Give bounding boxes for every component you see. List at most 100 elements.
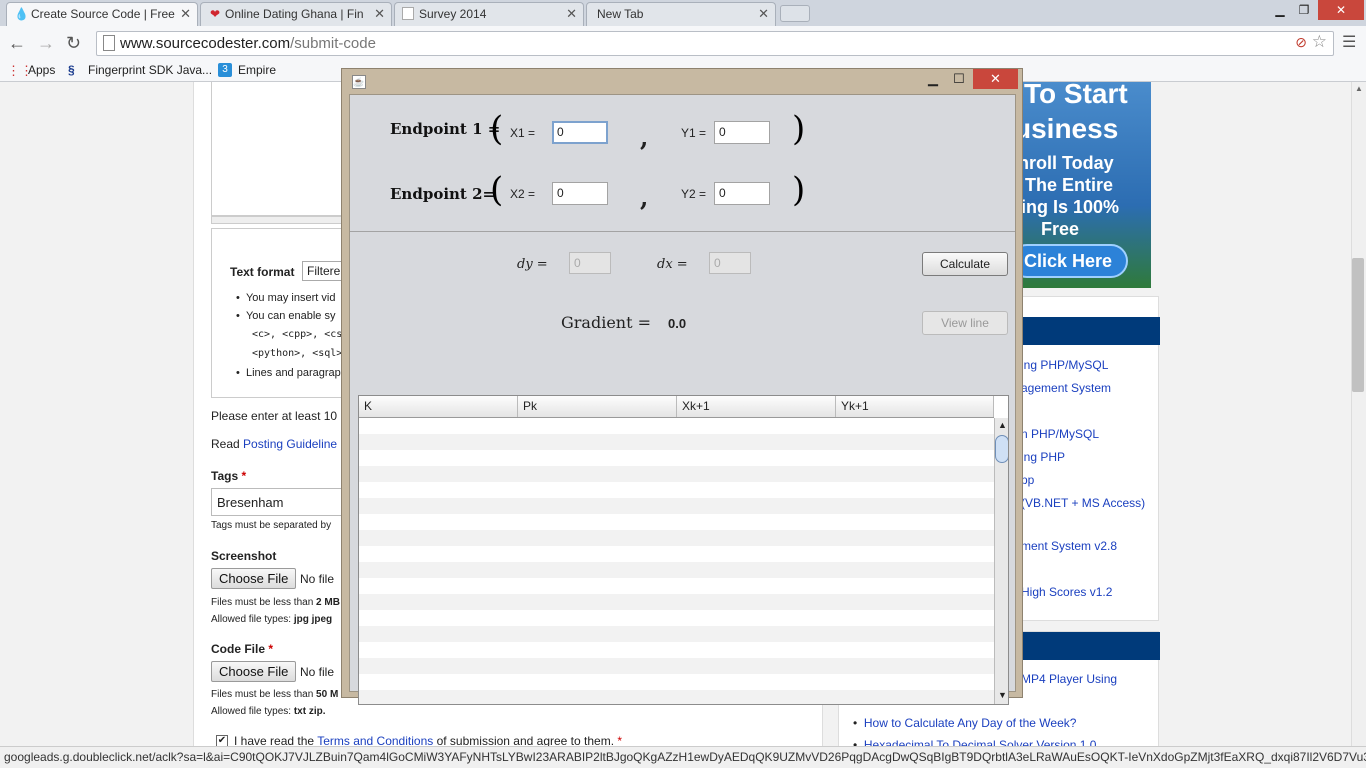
status-bar: googleads.g.doubleclick.net/aclk?sa=l&ai… <box>0 746 1366 768</box>
dialog-maximize-icon[interactable]: ☐ <box>948 69 970 89</box>
page-scrollbar-thumb[interactable] <box>1352 258 1364 392</box>
x1-input[interactable]: 0 <box>552 121 608 144</box>
view-line-button[interactable]: View line <box>922 311 1008 335</box>
open-paren: ( <box>490 170 504 210</box>
bresenham-dialog: ☕ ▁ ☐ ✕ Endpoint 1 = ( X1 = 0 , Y1 = 0 )… <box>341 68 1023 705</box>
tab-survey[interactable]: Survey 2014 ✕ <box>394 2 584 26</box>
divider <box>350 231 1015 232</box>
dialog-minimize-icon[interactable]: ▁ <box>922 69 944 89</box>
column-pk[interactable]: Pk <box>518 396 677 417</box>
x1-label: X1 = <box>510 126 536 140</box>
code-types-note: Allowed file types: txt zip. <box>211 706 326 717</box>
comma: , <box>640 183 649 212</box>
code-file-label: Code File * <box>211 642 274 656</box>
close-tab-icon[interactable]: ✕ <box>566 3 577 25</box>
dy-field: 0 <box>569 252 611 274</box>
x2-input[interactable]: 0 <box>552 182 608 205</box>
table-scrollbar[interactable]: ▲ ▼ <box>994 418 1008 704</box>
close-tab-icon[interactable]: ✕ <box>180 3 191 25</box>
screenshot-no-file: No file <box>300 572 335 586</box>
tab-new-tab[interactable]: New Tab ✕ <box>586 2 776 26</box>
terms-text: I have read the Terms and Conditions of … <box>234 734 623 746</box>
screenshot-label: Screenshot <box>211 549 277 563</box>
code-tags-2: <python>, <sql> <box>252 348 343 359</box>
back-icon[interactable]: ← <box>8 33 26 53</box>
terms-link[interactable]: Terms and Conditions <box>317 734 433 746</box>
url-path: /submit-code <box>290 35 376 52</box>
column-k[interactable]: K <box>359 396 518 417</box>
close-tab-icon[interactable]: ✕ <box>374 3 385 25</box>
bookmark-fingerprint[interactable]: Fingerprint SDK Java... <box>88 62 212 79</box>
choose-screenshot-button[interactable]: Choose File <box>211 568 297 589</box>
fingerprint-icon: § <box>68 63 75 77</box>
min-length-note: Please enter at least 10 <box>211 409 338 423</box>
page-scrollbar[interactable]: ▲ <box>1351 82 1366 746</box>
open-paren: ( <box>490 109 504 149</box>
tags-label: Tags * <box>211 469 247 483</box>
y2-label: Y2 = <box>681 187 707 201</box>
status-url: googleads.g.doubleclick.net/aclk?sa=l&ai… <box>4 750 1366 764</box>
empire-icon: 3 <box>218 63 232 77</box>
dialog-close-icon[interactable]: ✕ <box>973 69 1018 89</box>
reload-icon[interactable]: ↻ <box>66 33 81 53</box>
y1-input[interactable]: 0 <box>714 121 770 144</box>
tab-create-source-code[interactable]: 💧 Create Source Code | Free ✕ <box>6 2 198 26</box>
y2-input[interactable]: 0 <box>714 182 770 205</box>
sidebar-link[interactable]: n PHP/MySQL <box>1021 427 1099 441</box>
sidebar-link[interactable]: ing PHP <box>1021 450 1065 464</box>
sidebar-link[interactable]: pp <box>1021 473 1034 487</box>
forward-icon[interactable]: → <box>37 33 55 53</box>
dy-label: dy = <box>517 257 548 272</box>
new-tab-button[interactable] <box>780 5 810 22</box>
calculate-button[interactable]: Calculate <box>922 252 1008 276</box>
bookmark-apps[interactable]: Apps <box>28 62 55 79</box>
tags-input[interactable]: Bresenham <box>211 488 361 516</box>
scroll-down-icon[interactable]: ▼ <box>998 690 1007 700</box>
code-size-note: Files must be less than 50 M <box>211 689 339 700</box>
results-table: K Pk Xk+1 Yk+1 ▲ ▼ <box>358 395 1009 705</box>
choose-code-file-button[interactable]: Choose File <box>211 661 297 682</box>
sidebar-link[interactable]: (VB.NET + MS Access) <box>1021 496 1145 510</box>
screenshot-types-note: Allowed file types: jpg jpeg <box>211 614 333 625</box>
sidebar-link-item: • How to Calculate Any Day of the Week? <box>853 716 1077 730</box>
drupal-icon: 💧 <box>14 7 29 21</box>
x2-label: X2 = <box>510 187 536 201</box>
restore-icon[interactable]: ❐ <box>1292 0 1316 20</box>
table-scrollbar-thumb[interactable] <box>995 435 1008 463</box>
close-tab-icon[interactable]: ✕ <box>758 3 769 25</box>
table-rows[interactable] <box>359 418 994 704</box>
sidebar-link[interactable]: Hexadecimal To Decimal Solver Version 1.… <box>864 738 1097 746</box>
bookmark-star-icon[interactable]: ☆ <box>1312 32 1327 52</box>
terms-checkbox[interactable]: ✔ <box>216 735 228 746</box>
close-window-icon[interactable]: ✕ <box>1318 0 1364 20</box>
address-bar[interactable]: www.sourcecodester.com/submit-code ⊘ ☆ <box>96 31 1334 56</box>
dx-field: 0 <box>709 252 751 274</box>
sidebar-link[interactable]: ing PHP/MySQL <box>1021 358 1108 372</box>
sidebar-link[interactable]: High Scores v1.2 <box>1021 585 1112 599</box>
y1-label: Y1 = <box>681 126 707 140</box>
code-tags-1: <c>, <cpp>, <cs <box>252 329 343 340</box>
sidebar-link[interactable]: How to Calculate Any Day of the Week? <box>864 716 1077 730</box>
bookmark-empire[interactable]: Empire <box>238 62 276 79</box>
scroll-up-icon[interactable]: ▲ <box>1355 84 1363 93</box>
sidebar-link[interactable]: agement System <box>1021 381 1111 395</box>
page-icon <box>402 7 414 20</box>
ad-click-here-button[interactable]: Click Here <box>1010 244 1128 278</box>
blocked-plugin-icon[interactable]: ⊘ <box>1295 34 1307 51</box>
close-paren: ) <box>792 109 806 149</box>
scroll-up-icon[interactable]: ▲ <box>998 420 1007 430</box>
sidebar-link[interactable]: ment System v2.8 <box>1021 539 1117 553</box>
column-yk1[interactable]: Yk+1 <box>836 396 994 417</box>
menu-icon[interactable]: ☰ <box>1342 33 1356 53</box>
close-paren: ) <box>792 170 806 210</box>
minimize-icon[interactable]: ▁ <box>1268 0 1292 20</box>
tab-online-dating[interactable]: ❤ Online Dating Ghana | Fin ✕ <box>200 2 392 26</box>
sidebar-link[interactable]: MP4 Player Using <box>1021 672 1117 686</box>
endpoint1-label: Endpoint 1 = <box>390 120 501 138</box>
url-host: www.sourcecodester.com <box>120 35 291 52</box>
page-icon <box>103 35 115 51</box>
posting-guidelines-link[interactable]: Posting Guideline <box>243 437 337 451</box>
java-icon: ☕ <box>352 75 366 89</box>
bullet-2: • You can enable sy <box>236 310 336 322</box>
column-xk1[interactable]: Xk+1 <box>677 396 836 417</box>
